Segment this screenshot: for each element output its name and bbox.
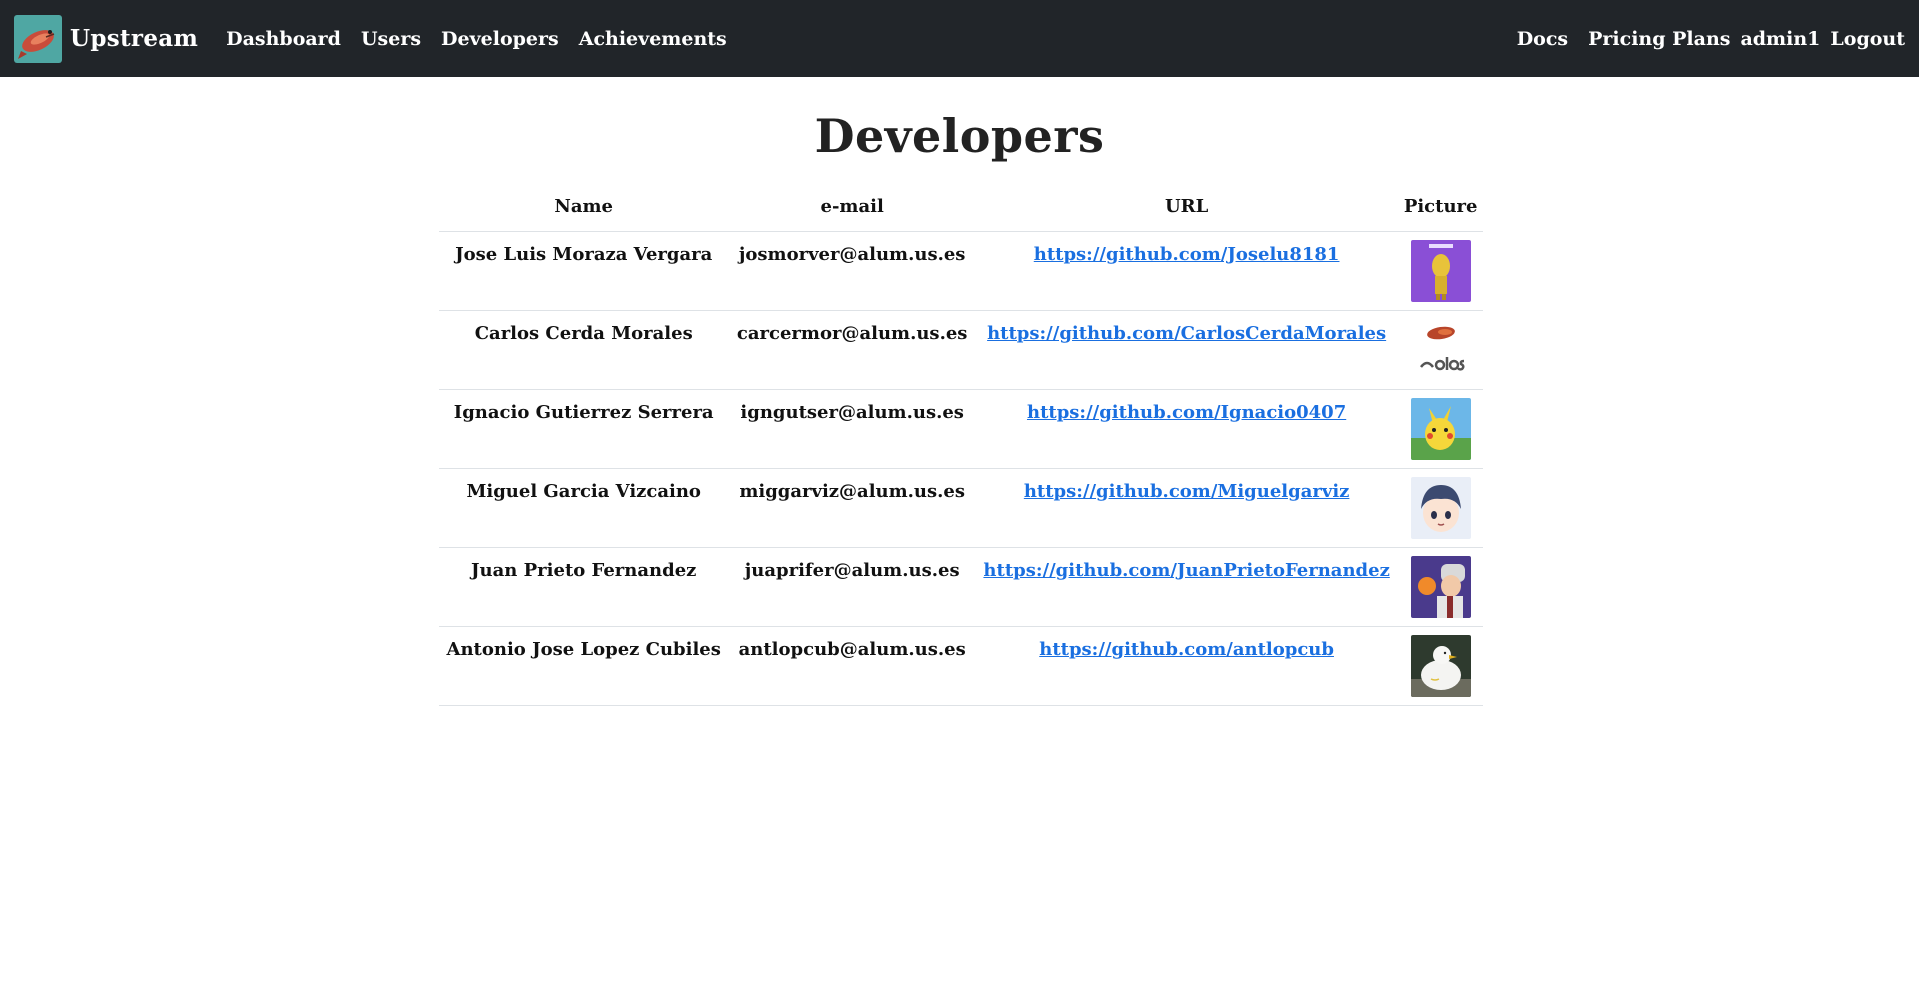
- developer-picture-cell: [1397, 547, 1484, 627]
- developer-name: Antonio Jose Lopez Cubiles: [438, 626, 729, 706]
- column-header-picture: Picture: [1397, 181, 1484, 232]
- developer-name: Jose Luis Moraza Vergara: [438, 231, 729, 311]
- developer-url-cell: https://github.com/Joselu8181: [975, 231, 1398, 311]
- table-row: Antonio Jose Lopez Cubiles antlopcub@alu…: [438, 626, 1484, 706]
- salmon-logo-icon: [14, 14, 62, 63]
- developer-url-cell: https://github.com/antlopcub: [975, 626, 1398, 706]
- nav-username[interactable]: admin1: [1740, 28, 1820, 50]
- nav-logout[interactable]: Logout: [1830, 28, 1905, 50]
- nav-developers[interactable]: Developers: [441, 28, 559, 50]
- banana-costume-avatar: [1410, 240, 1471, 302]
- column-header-name: Name: [438, 181, 729, 232]
- pikachu-avatar: [1410, 398, 1471, 460]
- developer-url-cell: https://github.com/JuanPrietoFernandez: [975, 547, 1398, 627]
- developer-url-link[interactable]: https://github.com/Miguelgarviz: [1024, 481, 1350, 502]
- nav-dashboard[interactable]: Dashboard: [226, 28, 341, 50]
- carlos-logo-avatar: [1410, 319, 1471, 381]
- top-navbar: Upstream Dashboard Users Developers Achi…: [0, 0, 1919, 77]
- developer-name: Carlos Cerda Morales: [438, 310, 729, 390]
- developer-email: josmorver@alum.us.es: [728, 231, 976, 311]
- developer-email: igngutser@alum.us.es: [728, 389, 976, 469]
- table-row: Ignacio Gutierrez Serrera igngutser@alum…: [438, 389, 1484, 469]
- brand-link[interactable]: Upstream: [14, 14, 199, 63]
- developer-name: Ignacio Gutierrez Serrera: [438, 389, 729, 469]
- nav-docs[interactable]: Docs: [1517, 28, 1568, 50]
- developer-url-cell: https://github.com/Ignacio0407: [975, 389, 1398, 469]
- developer-picture-cell: [1397, 626, 1484, 706]
- developer-email: juaprifer@alum.us.es: [728, 547, 976, 627]
- developers-table: Name e-mail URL Picture Jose Luis Moraza…: [438, 181, 1484, 706]
- developer-name: Miguel Garcia Vizcaino: [438, 468, 729, 548]
- developer-url-link[interactable]: https://github.com/antlopcub: [1039, 639, 1334, 660]
- developer-name: Juan Prieto Fernandez: [438, 547, 729, 627]
- developer-email: carcermor@alum.us.es: [728, 310, 976, 390]
- developers-table-container: Name e-mail URL Picture Jose Luis Moraza…: [438, 181, 1484, 706]
- developer-url-cell: https://github.com/CarlosCerdaMorales: [975, 310, 1398, 390]
- white-bird-avatar: [1410, 635, 1471, 697]
- developer-picture-cell: [1397, 310, 1484, 390]
- nav-achievements[interactable]: Achievements: [579, 28, 727, 50]
- developer-picture-cell: [1397, 389, 1484, 469]
- nav-pricing-plans[interactable]: Pricing Plans: [1588, 28, 1730, 50]
- developer-email: miggarviz@alum.us.es: [728, 468, 976, 548]
- developer-url-link[interactable]: https://github.com/Ignacio0407: [1027, 402, 1346, 423]
- table-row: Juan Prieto Fernandez juaprifer@alum.us.…: [438, 547, 1484, 627]
- developer-url-link[interactable]: https://github.com/JuanPrietoFernandez: [983, 560, 1389, 581]
- developer-email: antlopcub@alum.us.es: [728, 626, 976, 706]
- anime-boy-avatar: [1410, 477, 1471, 539]
- column-header-email: e-mail: [728, 181, 976, 232]
- user-nav: Docs Pricing Plans admin1 Logout: [1497, 28, 1905, 50]
- developer-picture-cell: [1397, 468, 1484, 548]
- page-title: Developers: [814, 109, 1105, 163]
- brand-name: Upstream: [70, 25, 199, 52]
- table-header-row: Name e-mail URL Picture: [438, 181, 1484, 232]
- developer-url-cell: https://github.com/Miguelgarviz: [975, 468, 1398, 548]
- developer-url-link[interactable]: https://github.com/Joselu8181: [1034, 244, 1340, 265]
- professor-avatar: [1410, 556, 1471, 618]
- nav-users[interactable]: Users: [361, 28, 421, 50]
- table-row: Miguel Garcia Vizcaino miggarviz@alum.us…: [438, 468, 1484, 548]
- table-row: Carlos Cerda Morales carcermor@alum.us.e…: [438, 310, 1484, 390]
- column-header-url: URL: [975, 181, 1398, 232]
- table-row: Jose Luis Moraza Vergara josmorver@alum.…: [438, 231, 1484, 311]
- developer-picture-cell: [1397, 231, 1484, 311]
- main-nav: Dashboard Users Developers Achievements: [226, 28, 747, 50]
- developer-url-link[interactable]: https://github.com/CarlosCerdaMorales: [987, 323, 1386, 344]
